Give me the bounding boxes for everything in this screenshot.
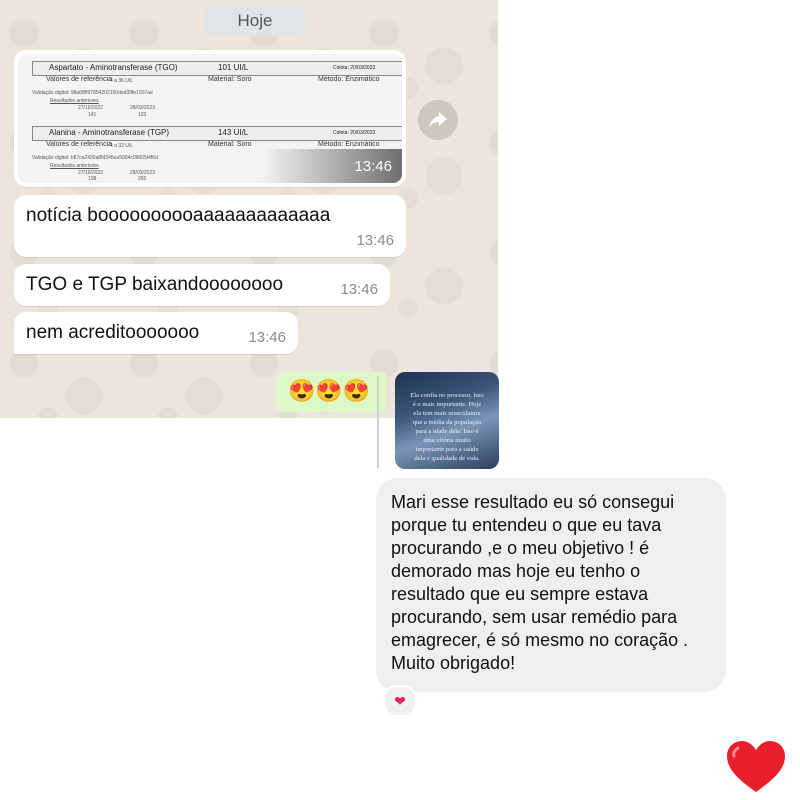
tgp-coleta: Coleta: 20/03/2023 — [333, 130, 376, 136]
image-time-overlay: 13:46 — [262, 149, 402, 183]
message-time: 13:46 — [356, 232, 394, 249]
story-text-line: é o mais importante. Hoje — [412, 401, 482, 408]
tgo-prev-label: Resultados anteriores — [50, 98, 99, 104]
tgo-label: Aspartato - Aminotransferase (TGO) — [49, 63, 178, 72]
tgp-material: Material: Soro — [208, 141, 252, 148]
message-bubble-1[interactable]: notícia boooooooooaaaaaaaaaaaaa 13:46 — [14, 195, 406, 257]
reply-indicator-line — [377, 376, 379, 468]
tgo-value: 101 UI/L — [218, 63, 249, 72]
reply-text-line: resultado que eu sempre estava — [391, 584, 649, 604]
message-time: 13:46 — [248, 329, 286, 346]
sent-emoji-bubble[interactable]: 😍😍😍 — [276, 372, 386, 412]
message-bubble-3[interactable]: nem acreditooooooo 13:46 — [14, 312, 298, 354]
reply-text-line: Muito obrigado! — [391, 653, 516, 673]
lab-result-image[interactable]: Aspartato - Aminotransferase (TGO) 101 U… — [18, 54, 402, 183]
date-pill: Hoje — [205, 7, 305, 35]
tgp-row: Alanina - Aminotransferase (TGP) 143 UI/… — [32, 126, 402, 141]
tgp-ref-label: Valores de referência — [46, 141, 113, 148]
story-text-line: uma vitória muito — [423, 437, 471, 444]
reply-text-line: procurando, sem usar remédio para — [391, 607, 678, 627]
image-time: 13:46 — [354, 158, 392, 175]
tgo-ref-value: 4 a 36 U/L — [110, 78, 134, 84]
story-thumbnail[interactable]: Ela confia no processo, isso é o mais im… — [395, 372, 499, 469]
tgo-coleta: Coleta: 20/03/2023 — [333, 65, 376, 71]
reply-text-line: porque tu entendeu o que eu tava — [391, 515, 662, 535]
tgo-prev-date-2: 28/03/2023 — [130, 105, 156, 111]
tgp-prev-value-1: 198 — [88, 176, 97, 182]
heart-reaction-icon: ❤ — [394, 692, 406, 709]
lab-result-image-message[interactable]: Aspartato - Aminotransferase (TGO) 101 U… — [14, 50, 406, 187]
heart-label: ❤️ — [786, 740, 787, 741]
message-text: TGO e TGP baixandoooooooo — [26, 274, 284, 295]
message-bubble-2[interactable]: TGO e TGP baixandoooooooo 13:46 — [14, 264, 390, 306]
tgp-prev-label: Resultados anteriores — [50, 163, 99, 169]
chat-background: Hoje Aspartato - Aminotransferase (TGO) … — [0, 0, 498, 418]
tgo-prev-date-1: 27/10/2022 — [78, 105, 104, 111]
sent-emojis: 😍😍😍 — [288, 378, 371, 403]
reply-text-line: demorado mas hoje eu tenho o — [391, 561, 641, 581]
story-text-line: dela e qualidade de vida. — [414, 455, 480, 462]
reply-text-line: procurando ,e o meu objetivo ! é — [391, 538, 650, 558]
story-text-line: ela tem mais musculatura — [413, 410, 481, 417]
heart-reaction[interactable]: ❤ — [383, 685, 417, 717]
forward-button[interactable] — [418, 100, 458, 140]
tgo-metodo: Método: Enzimático — [318, 76, 380, 83]
story-text-line: Ela confia no processo, isso — [410, 392, 484, 399]
reply-message-bubble[interactable]: Mari esse resultado eu só consegui porqu… — [376, 478, 726, 692]
reply-text-line: emagrecer, é só mesmo no coração . — [391, 630, 689, 650]
tgo-prev-value-1: 141 — [88, 112, 97, 118]
tgp-value: 143 UI/L — [218, 128, 249, 137]
message-time: 13:46 — [340, 281, 378, 298]
tgo-ref-label: Valores de referência — [46, 76, 113, 83]
forward-icon — [429, 112, 447, 128]
tgp-label: Alanina - Aminotransferase (TGP) — [49, 128, 170, 137]
tgo-validation: Validação digital: 98a6f8f97854202150ded… — [32, 90, 153, 96]
tgp-metodo: Método: Enzimático — [318, 141, 380, 148]
tgo-prev-value-2: 123 — [138, 112, 147, 118]
reply-text-line: Mari esse resultado eu só consegui — [391, 492, 675, 512]
tgp-validation: Validação digital: b87ca2430a8fd345ea500… — [32, 155, 158, 161]
story-text-line: importante para a saúde — [415, 446, 479, 453]
message-text: notícia boooooooooaaaaaaaaaaaaa — [26, 205, 331, 226]
message-text: nem acreditooooooo — [26, 322, 200, 343]
heart-icon — [727, 741, 785, 792]
tgo-row: Aspartato - Aminotransferase (TGO) 101 U… — [32, 61, 402, 76]
tgp-ref-value: 4 a 32 U/L — [110, 143, 134, 149]
story-text-line: que a média da população — [412, 419, 482, 426]
like-heart-button[interactable]: ❤️ — [726, 740, 786, 794]
story-text-line: para a idade dela. Isso é — [415, 428, 479, 435]
tgp-prev-value-2: 265 — [138, 176, 147, 182]
tgo-material: Material: Soro — [208, 76, 252, 83]
